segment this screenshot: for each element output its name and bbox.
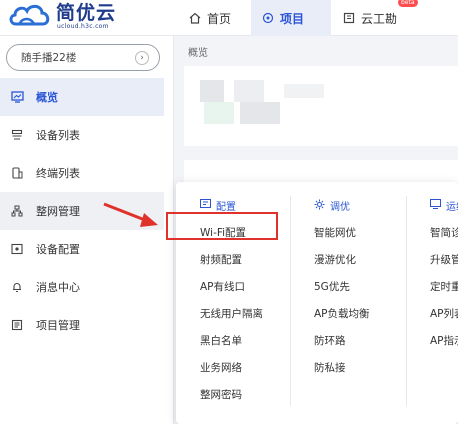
sidebar-item-terminal-list[interactable]: 终端列表	[0, 154, 164, 192]
sidebar-item-label: 终端列表	[36, 167, 80, 180]
menu-item-network-password[interactable]: 整网密码	[200, 387, 242, 402]
logo-cloud-icon	[9, 4, 50, 26]
menu-item-rf-config[interactable]: 射频配置	[200, 252, 242, 267]
nav-project[interactable]: 项目	[251, 0, 331, 36]
column-divider	[406, 196, 407, 406]
column-title: 运维	[446, 202, 458, 213]
overview-card	[184, 66, 458, 146]
survey-icon	[342, 11, 356, 25]
sidebar-item-device-config[interactable]: 设备配置	[0, 230, 164, 268]
sidebar-item-overview[interactable]: 概览	[0, 78, 164, 116]
top-header: 简优云 ucloud.h3c.com 首页 项目 云工勘 beta	[0, 0, 458, 36]
menu-item-blackwhite-list[interactable]: 黑白名单	[200, 333, 242, 348]
overview-icon	[10, 90, 24, 104]
sidebar-item-label: 设备列表	[36, 129, 80, 142]
column-header-tune: 调优	[314, 198, 350, 213]
bell-icon	[10, 280, 24, 294]
column-divider	[290, 196, 291, 406]
terminal-list-icon	[10, 166, 24, 180]
sidebar: 随手播22楼 › 概览 设备列表 终端列表 整网管理 设备配置 消息中心 项目管…	[0, 36, 174, 424]
logo-text: 简优云	[56, 2, 117, 24]
sidebar-item-label: 概览	[36, 91, 58, 104]
menu-item-ap-list[interactable]: AP列表	[430, 306, 458, 321]
sidebar-item-label: 设备配置	[36, 243, 80, 256]
config-icon	[200, 199, 211, 212]
blurred-content	[204, 102, 234, 124]
menu-item-roaming-optimize[interactable]: 漫游优化	[314, 252, 356, 267]
menu-item-scheduled-reboot[interactable]: 定时重	[430, 279, 458, 294]
sidebar-item-device-list[interactable]: 设备列表	[0, 116, 164, 154]
project-icon	[261, 11, 275, 25]
menu-item-anti-private-access[interactable]: 防私接	[314, 360, 346, 375]
device-config-icon	[10, 242, 24, 256]
column-title: 配置	[216, 202, 236, 213]
menu-item-loop-prevention[interactable]: 防环路	[314, 333, 346, 348]
menu-item-ap-load-balance[interactable]: AP负载均衡	[314, 306, 370, 321]
menu-item-ap-indicator[interactable]: AP指示	[430, 333, 458, 348]
device-list-icon	[10, 128, 24, 142]
menu-item-ap-wired-port[interactable]: AP有线口	[200, 279, 245, 294]
project-manage-icon	[10, 318, 24, 332]
menu-item-upgrade-manage[interactable]: 升级管	[430, 252, 458, 267]
sidebar-item-label: 项目管理	[36, 319, 80, 332]
menu-item-business-network[interactable]: 业务网络	[200, 360, 242, 375]
sidebar-item-project-manage[interactable]: 项目管理	[0, 306, 164, 344]
menu-item-smart-diagnose[interactable]: 智简诊	[430, 225, 458, 240]
nav-home[interactable]: 首页	[178, 0, 248, 36]
network-manage-icon	[10, 204, 24, 218]
red-arrow-icon	[103, 202, 158, 227]
nav-project-label: 项目	[280, 11, 305, 26]
chevron-right-icon: ›	[135, 50, 149, 65]
project-selector[interactable]: 随手播22楼 ›	[6, 44, 160, 71]
blurred-content	[240, 102, 280, 124]
highlight-box	[166, 212, 278, 240]
sidebar-item-label: 消息中心	[36, 281, 80, 294]
ops-icon	[430, 199, 441, 212]
blurred-content	[234, 80, 264, 102]
home-icon	[188, 11, 202, 25]
menu-item-user-isolation[interactable]: 无线用户隔离	[200, 306, 263, 321]
project-selector-value: 随手播22楼	[21, 52, 77, 64]
sidebar-item-message-center[interactable]: 消息中心	[0, 268, 164, 306]
menu-item-5g-first[interactable]: 5G优先	[314, 279, 350, 294]
logo-subtitle: ucloud.h3c.com	[57, 23, 109, 30]
nav-home-label: 首页	[207, 11, 232, 26]
column-header-config: 配置	[200, 198, 236, 213]
logo[interactable]: 简优云 ucloud.h3c.com	[6, 0, 146, 36]
column-header-ops: 运维	[430, 198, 458, 213]
tune-icon	[314, 199, 325, 213]
blurred-content	[200, 80, 224, 102]
menu-item-smart-optimize[interactable]: 智能网优	[314, 225, 356, 240]
page-title: 概览	[188, 48, 208, 59]
blurred-content	[284, 84, 324, 98]
sidebar-item-label: 整网管理	[36, 205, 80, 218]
column-title: 调优	[330, 202, 350, 213]
beta-badge: beta	[398, 0, 418, 7]
nav-survey-label: 云工勘	[361, 11, 398, 26]
